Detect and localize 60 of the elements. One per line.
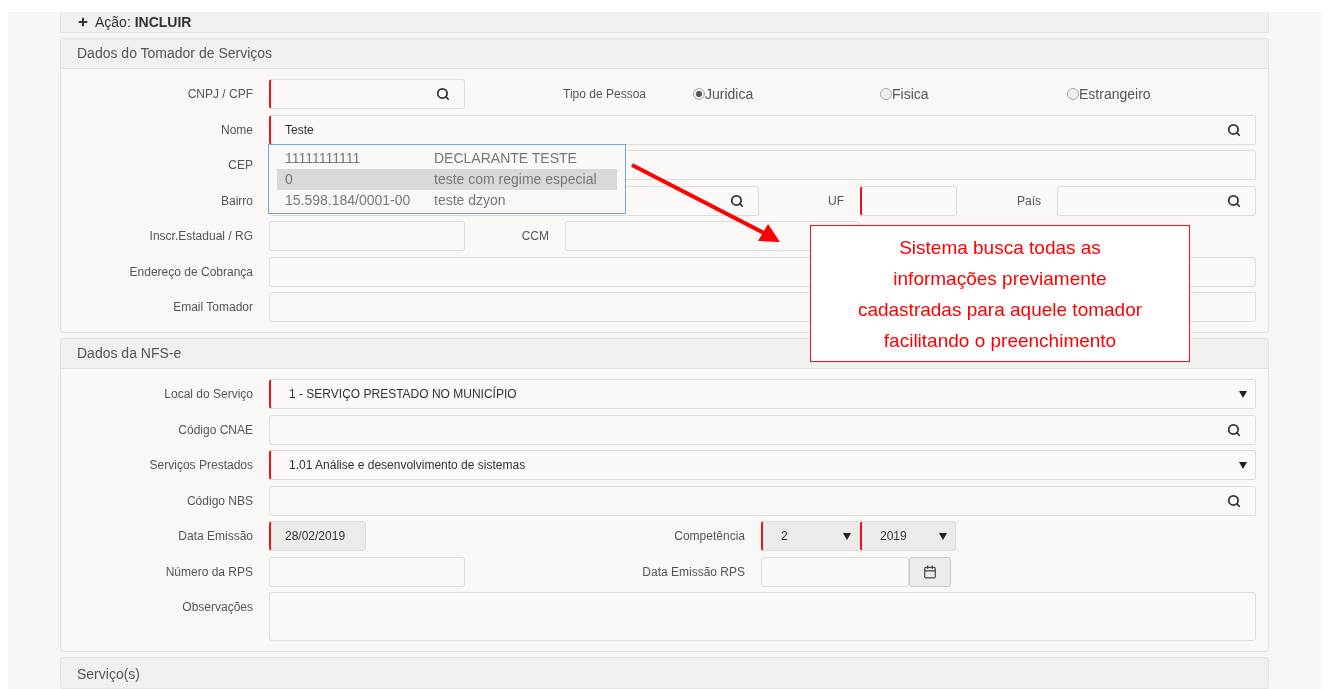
field-label: Nome xyxy=(221,121,253,139)
field-label: Código NBS xyxy=(186,492,253,510)
calendar-button[interactable] xyxy=(909,556,951,587)
text-area[interactable] xyxy=(269,592,1256,641)
callout-tooltip: Sistema busca todas as informações previamente cadastradas para aquele tomador facilitando o preenchimento xyxy=(810,225,1190,362)
field-label: Competência xyxy=(674,528,745,545)
caret-icon xyxy=(1239,461,1247,469)
panel-header: Dados do Tomador de Serviços xyxy=(61,39,1268,69)
suggestion-item[interactable]: 15.598.184/0001-00 teste dzyon xyxy=(277,190,617,211)
radio-button[interactable] xyxy=(693,88,705,100)
field-label: Data Emissão RPS xyxy=(642,563,745,581)
field-label: Tipo de Pessoa xyxy=(563,86,646,103)
select-field[interactable]: 1.01 Análise e desenvolvimento de sistemas xyxy=(269,450,1256,480)
field-label: CEP xyxy=(228,157,253,174)
text-field[interactable] xyxy=(269,79,465,109)
text-field[interactable] xyxy=(1057,185,1256,216)
text-field[interactable] xyxy=(269,221,465,251)
caret-icon xyxy=(1239,390,1247,398)
field-label: CCM xyxy=(521,228,549,245)
field-label: Inscr.Estadual / RG xyxy=(149,228,253,245)
radio-button[interactable] xyxy=(1067,88,1079,100)
field-label: Observações xyxy=(182,599,253,616)
select-field[interactable]: 2 xyxy=(761,521,860,551)
text-field[interactable]: 28/02/2019 xyxy=(269,521,366,551)
select-field[interactable]: 1 - SERVIÇO PRESTADO NO MUNICÍPIO xyxy=(269,379,1256,409)
radio-option[interactable]: Juridica xyxy=(693,83,880,105)
plus-icon xyxy=(77,16,89,28)
text-field[interactable] xyxy=(269,556,465,587)
search-icon xyxy=(1227,422,1241,437)
field-label: Número da RPS xyxy=(165,563,253,581)
text-field[interactable] xyxy=(269,485,1256,516)
text-field[interactable] xyxy=(761,556,909,587)
calendar-icon xyxy=(923,564,937,579)
radio-option[interactable]: Estrangeiro xyxy=(1067,83,1254,105)
field-label: Local do Serviço xyxy=(164,386,253,403)
field-label: Bairro xyxy=(221,192,253,210)
field-label: Endereço de Cobrança xyxy=(129,263,253,281)
field-label: Data Emissão xyxy=(178,528,253,545)
search-icon xyxy=(436,87,450,101)
field-label: Email Tomador xyxy=(173,299,253,316)
field-label: Código CNAE xyxy=(178,421,253,439)
caret-icon xyxy=(939,532,947,540)
search-icon xyxy=(1227,493,1241,508)
field-label: Serviços Prestados xyxy=(149,457,253,474)
radio-button[interactable] xyxy=(880,88,892,100)
caret-icon xyxy=(843,532,851,540)
text-field[interactable] xyxy=(860,185,957,216)
field-label: UF xyxy=(828,192,844,210)
search-icon xyxy=(1227,193,1241,208)
field-label: CNPJ / CPF xyxy=(187,86,253,103)
action-label: Ação: INCLUIR xyxy=(95,12,192,32)
suggestion-item[interactable]: 11111111111 DECLARANTE TESTE xyxy=(277,148,617,169)
field-label: País xyxy=(1017,192,1041,210)
select-field[interactable]: 2019 xyxy=(860,521,956,551)
text-field[interactable] xyxy=(269,414,1256,445)
search-icon xyxy=(730,193,744,208)
text-field[interactable]: Teste xyxy=(269,114,1256,145)
search-icon xyxy=(1227,122,1241,137)
panel-header: Serviço(s) xyxy=(60,657,1269,689)
radio-option[interactable]: Fisica xyxy=(880,83,1067,105)
